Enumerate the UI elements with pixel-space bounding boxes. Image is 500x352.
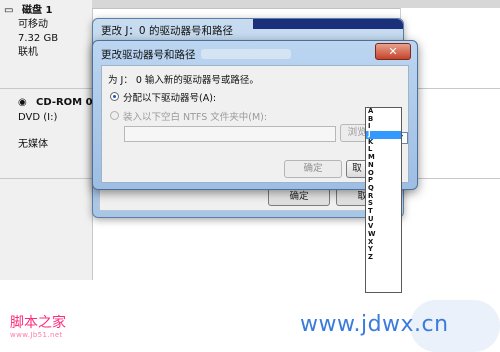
- disk1-status: 联机: [18, 47, 38, 58]
- disk1-label: 磁盘 1: [22, 5, 53, 16]
- cdrom-media: 无媒体: [18, 139, 48, 150]
- folder-path-input[interactable]: [124, 126, 336, 142]
- cdrom-icon: ◉: [18, 97, 27, 108]
- dialog-title: 更改驱动器号和路径: [101, 49, 196, 61]
- cdrom-label: CD-ROM 0: [36, 97, 93, 108]
- watermark-logo-left: 脚本之家: [10, 315, 66, 331]
- dialog-prompt: 为 J： 0 输入新的驱动器号或路径。: [108, 75, 259, 86]
- drive-letter-option[interactable]: Z: [366, 253, 401, 262]
- assign-letter-radio[interactable]: [110, 92, 119, 101]
- assign-letter-label[interactable]: 分配以下驱动器号(A):: [123, 90, 216, 104]
- ok-button[interactable]: 确定: [284, 160, 342, 178]
- dialog-body: 为 J： 0 输入新的驱动器号或路径。 分配以下驱动器号(A): J ▼ 装入以…: [101, 65, 409, 183]
- disk1-icon: ▭: [4, 5, 14, 16]
- close-button[interactable]: ✕: [375, 43, 411, 60]
- drive-letter-option[interactable]: I: [366, 123, 401, 131]
- watermark-url-right: www.jdwx.cn: [300, 312, 449, 337]
- mount-folder-label: 装入以下空白 NTFS 文件夹中(M):: [123, 112, 268, 123]
- watermark-url-left: www.Jb51.net: [10, 331, 63, 339]
- title-bar-strip: [253, 19, 403, 29]
- disk1-size: 7.32 GB: [18, 33, 59, 44]
- outer-ok-button[interactable]: 确定: [268, 188, 330, 206]
- outer-dialog-title: 更改 J：0 的驱动器号和路径: [101, 25, 233, 37]
- cdrom-drive: DVD (I:): [18, 112, 58, 123]
- disk1-type: 可移动: [18, 19, 48, 30]
- title-blur: [201, 49, 291, 59]
- drive-letter-option[interactable]: B: [366, 115, 401, 124]
- mount-folder-radio[interactable]: [110, 111, 119, 120]
- drive-letter-dropdown[interactable]: ABIJKLMNOPQRSTUVWXYZ: [365, 107, 402, 293]
